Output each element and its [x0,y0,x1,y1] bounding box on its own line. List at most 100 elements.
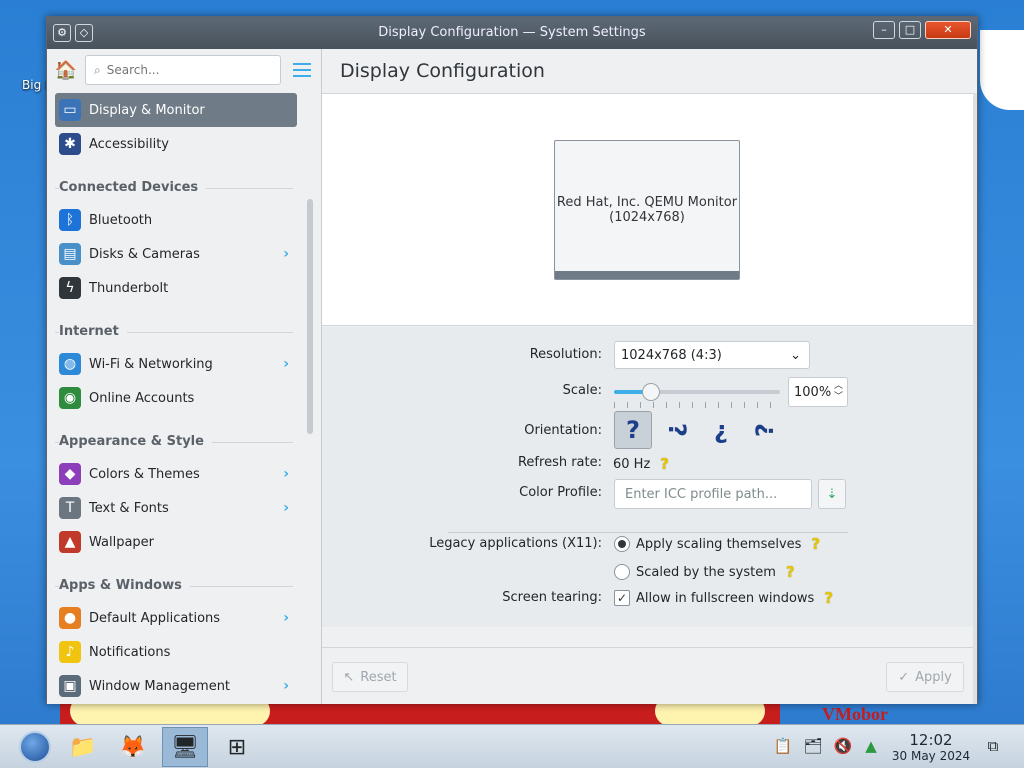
minimize-button[interactable]: – [873,21,895,39]
chevron-right-icon: › [283,610,289,626]
firefox-icon[interactable]: 🦊 [110,727,156,767]
chevron-down-icon: ⌄ [790,347,801,363]
close-button[interactable]: ✕ [925,21,971,39]
sidebar-item-notifications[interactable]: ♪ Notifications [55,635,297,669]
monitor-icon: ▭ [59,99,81,121]
clock-time: 12:02 [909,731,953,749]
window-title: Display Configuration — System Settings [378,25,646,40]
radio-apply-scaling[interactable] [614,536,630,552]
show-desktop-icon[interactable]: ⧉ [982,733,1004,759]
start-orb-icon [19,731,51,763]
orientation-label: Orientation: [524,423,602,438]
sidebar-item-label: Bluetooth [89,212,153,228]
scale-slider[interactable] [614,382,780,408]
sidebar-scrollbar[interactable] [307,199,313,434]
sidebar-section-header: Internet [55,305,297,347]
chevron-right-icon: › [283,466,289,482]
help-icon[interactable]: ? [824,589,833,607]
monitor-preview[interactable]: Red Hat, Inc. QEMU Monitor (1024x768) [554,140,740,280]
monitor-bar [555,271,739,279]
spin-up-icon[interactable]: ︿ [834,381,843,392]
start-button[interactable] [12,727,58,767]
app-menu-icon[interactable]: ⚙ [53,24,71,42]
update-arrow-icon[interactable]: ▲ [860,733,882,759]
taskbar: 📁 🦊 🖥 ⊞ 📋 🗂 🔇 ▲ 12:02 30 May 2024 ⧉ [0,724,1024,768]
legacy-option-system[interactable]: Scaled by the system ? [614,563,795,581]
clipboard-icon[interactable]: 📋 [772,733,794,759]
sidebar-item-default-applications[interactable]: ● Default Applications › [55,601,297,635]
orientation-inverted-button[interactable]: ¿ [702,411,740,449]
legacy-apps-label: Legacy applications (X11): [429,536,602,551]
sidebar-section-header: Connected Devices [55,161,297,203]
footer: ↖ Reset ✓ Apply [322,647,973,703]
sidebar-item-accessibility[interactable]: ✱ Accessibility [55,127,297,161]
sidebar-item-activities[interactable]: ❖Activities [55,703,297,704]
radio-scaled-by-system[interactable] [614,564,630,580]
sidebar-item-disks-cameras[interactable]: ▤ Disks & Cameras › [55,237,297,271]
device-notifier-icon[interactable]: 🗂 [802,733,824,759]
browse-file-icon[interactable]: ⇣ [818,479,846,509]
search-input[interactable] [106,63,257,77]
spin-down-icon[interactable]: ﹀ [834,392,843,403]
desktop-art-text: VMobor [822,704,888,724]
keep-above-icon[interactable]: ◇ [75,24,93,42]
sidebar-item-label: Default Applications [89,610,221,626]
scale-spinbox[interactable]: 100% ︿ ﹀ [788,377,848,407]
reset-button[interactable]: ↖ Reset [332,662,408,692]
orientation-left-button[interactable]: ? [658,411,696,449]
help-icon[interactable]: ? [811,535,820,553]
orientation-normal-button[interactable]: ? [614,411,652,449]
separator [448,532,848,533]
title-bar[interactable]: ⚙ ◇ Display Configuration — System Setti… [47,17,977,49]
sidebar-item-bluetooth[interactable]: ᛒ Bluetooth [55,203,297,237]
tearing-option[interactable]: ✓ Allow in fullscreen windows ? [614,589,833,607]
resolution-label: Resolution: [529,347,602,362]
reset-label: Reset [360,669,397,685]
resolution-combo[interactable]: 1024x768 (4:3) ⌄ [614,341,810,369]
sidebar-item-window-management[interactable]: ▣ Window Management › [55,669,297,703]
search-box[interactable]: ⌕ [85,55,281,85]
reset-icon: ↖ [343,669,355,685]
main-scrollbar[interactable] [973,93,977,704]
help-icon[interactable]: ? [660,455,669,473]
sidebar-item-label: Window Management [89,678,231,694]
sidebar-item-wallpaper[interactable]: ▲ Wallpaper [55,525,297,559]
sidebar-item-label: Wi-Fi & Networking [89,356,213,372]
font-icon: T [59,497,81,519]
legacy-option-apply[interactable]: Apply scaling themselves ? [614,535,820,553]
chevron-right-icon: › [283,356,289,372]
hamburger-menu-icon[interactable] [289,57,315,83]
maximize-button[interactable]: □ [899,21,921,39]
sidebar-item-online-accounts[interactable]: ◉ Online Accounts [55,381,297,415]
page-title: Display Configuration [340,60,545,82]
volume-muted-icon[interactable]: 🔇 [832,733,854,759]
sidebar-item-colors-themes[interactable]: ◆ Colors & Themes › [55,457,297,491]
system-settings-task-icon[interactable]: 🖥 [162,727,208,767]
slider-handle[interactable] [641,383,660,401]
apply-label: Apply [915,669,952,685]
legacy-option-label: Apply scaling themselves [636,536,802,552]
help-icon[interactable]: ? [786,563,795,581]
file-manager-icon[interactable]: 📁 [60,727,106,767]
desktop-art [980,30,1024,110]
home-icon[interactable]: 🏠 [53,57,79,83]
color-profile-field[interactable] [614,479,812,509]
sidebar-item-wi-fi-networking[interactable]: ◍ Wi-Fi & Networking › [55,347,297,381]
sidebar-item-text-fonts[interactable]: T Text & Fonts › [55,491,297,525]
screen-tearing-label: Screen tearing: [502,590,602,605]
sidebar-section-header: Appearance & Style [55,415,297,457]
orientation-right-button[interactable]: ? [746,411,784,449]
refresh-rate-label: Refresh rate: [517,455,602,470]
monitor-preview-area: Red Hat, Inc. QEMU Monitor (1024x768) [322,93,973,326]
sidebar-item-display-monitor[interactable]: ▭ Display & Monitor [55,93,297,127]
sidebar-item-thunderbolt[interactable]: ϟ Thunderbolt [55,271,297,305]
clock[interactable]: 12:02 30 May 2024 [886,731,976,763]
apply-button[interactable]: ✓ Apply [886,662,964,692]
section-label: Connected Devices [59,180,207,195]
tearing-checkbox[interactable]: ✓ [614,590,630,606]
palette-icon: ◆ [59,463,81,485]
legacy-option-label: Scaled by the system [636,564,776,580]
windows-logo-icon[interactable]: ⊞ [214,727,260,767]
bell-icon: ♪ [59,641,81,663]
color-profile-input[interactable] [625,486,805,502]
